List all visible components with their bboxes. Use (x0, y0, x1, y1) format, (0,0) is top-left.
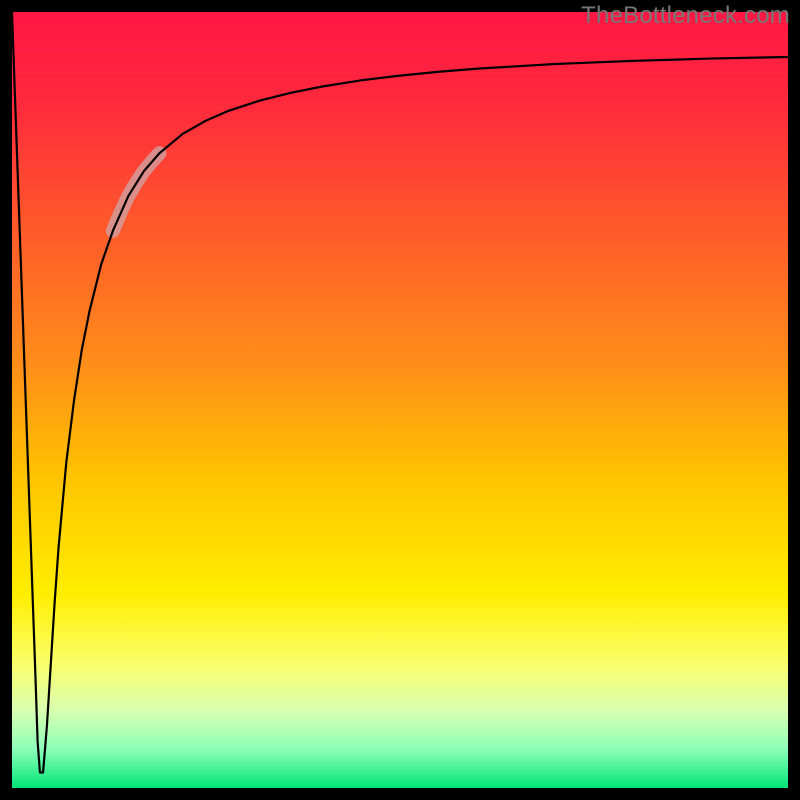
chart-container: TheBottleneck.com (0, 0, 800, 800)
bottleneck-chart (0, 0, 800, 800)
watermark-text: TheBottleneck.com (581, 2, 790, 30)
